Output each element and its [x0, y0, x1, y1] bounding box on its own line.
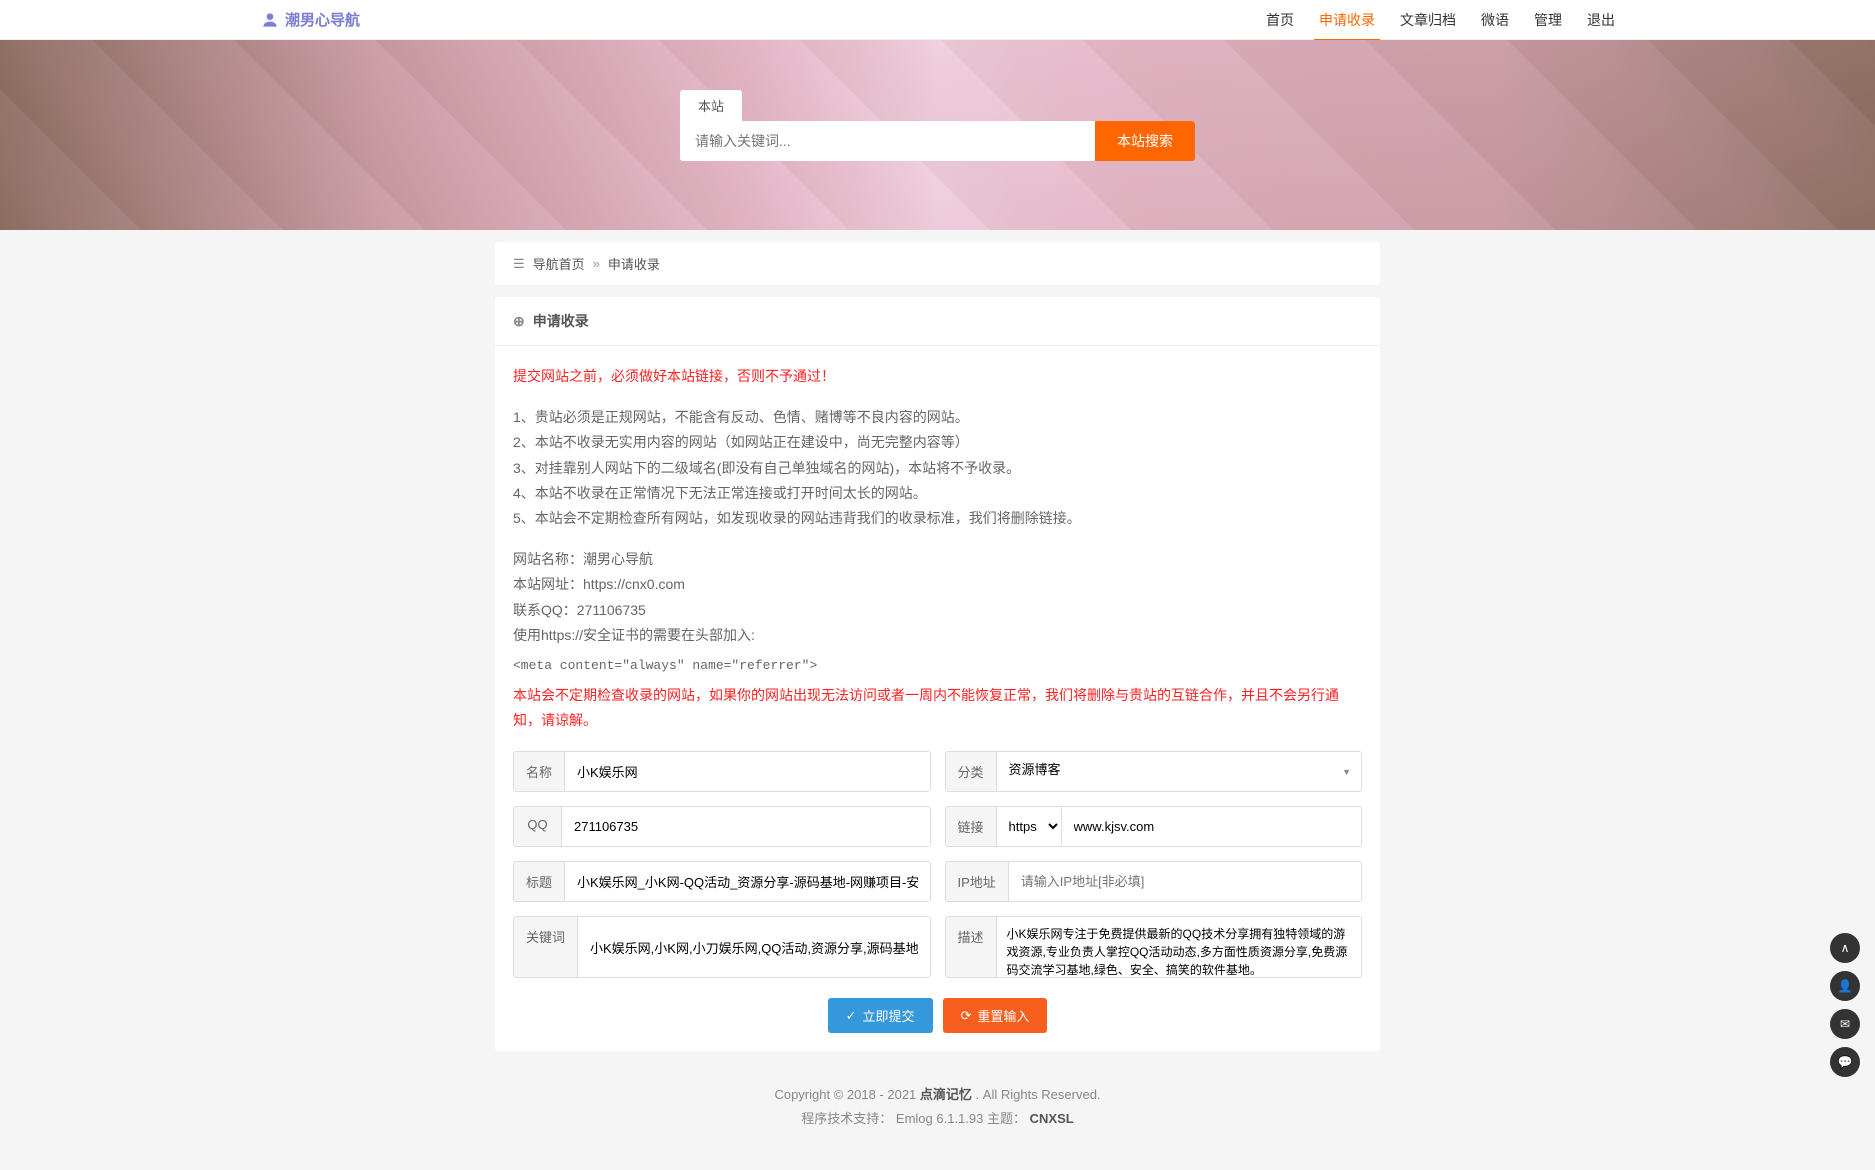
field-link: 链接 https://	[945, 806, 1363, 847]
meta-code: <meta content="always" name="referrer">	[513, 658, 1362, 673]
form-grid: 名称 分类 资源博客 QQ 链接	[513, 751, 1362, 978]
navbar: 潮男心导航 首页 申请收录 文章归档 微语 管理 退出	[0, 0, 1875, 40]
button-row: ✓ 立即提交 ⟳ 重置输入	[513, 998, 1362, 1033]
nav-home[interactable]: 首页	[1266, 10, 1294, 30]
textarea-desc[interactable]	[997, 917, 1361, 977]
field-desc: 描述	[945, 916, 1363, 978]
nav-apply[interactable]: 申请收录	[1319, 10, 1375, 30]
label-link: 链接	[946, 807, 997, 846]
chevron-up-icon: ∧	[1841, 941, 1850, 955]
panel-header: ⊕ 申请收录	[495, 297, 1380, 346]
breadcrumb: ☰ 导航首页 » 申请收录	[495, 242, 1380, 285]
main-panel: ⊕ 申请收录 提交网站之前，必须做好本站链接，否则不予通过！ 1、贵站必须是正规…	[495, 297, 1380, 1051]
input-link[interactable]	[1062, 807, 1361, 846]
reset-button[interactable]: ⟳ 重置输入	[943, 998, 1048, 1033]
label-keywords: 关键词	[514, 917, 578, 977]
label-category: 分类	[946, 752, 997, 791]
logo-icon	[260, 10, 280, 30]
refresh-icon: ⟳	[961, 1008, 972, 1024]
wechat-icon: 💬	[1838, 1055, 1853, 1069]
check-icon: ✓	[846, 1008, 857, 1024]
field-ip: IP地址	[945, 861, 1363, 902]
user-icon: 👤	[1838, 979, 1853, 993]
nav-logout[interactable]: 退出	[1587, 10, 1615, 30]
footer-engine: Emlog 6.1.1.93	[896, 1111, 983, 1126]
select-category[interactable]: 资源博客	[997, 752, 1074, 787]
footer: Copyright © 2018 - 2021 点滴记忆 . All Right…	[0, 1063, 1875, 1170]
input-qq[interactable]	[562, 807, 930, 846]
label-desc: 描述	[946, 917, 997, 977]
rule-4: 4、本站不收录在正常情况下无法正常连接或打开时间太长的网站。	[513, 481, 1362, 506]
logo[interactable]: 潮男心导航	[260, 9, 360, 30]
search-tab-local[interactable]: 本站	[680, 90, 742, 121]
mail-button[interactable]: ✉	[1830, 1009, 1860, 1039]
warning-before-submit: 提交网站之前，必须做好本站链接，否则不予通过！	[513, 364, 1362, 389]
panel-body: 提交网站之前，必须做好本站链接，否则不予通过！ 1、贵站必须是正规网站，不能含有…	[495, 346, 1380, 1051]
search-button[interactable]: 本站搜索	[1095, 121, 1195, 161]
rule-5: 5、本站会不定期检查所有网站，如发现收录的网站违背我们的收录标准，我们将删除链接…	[513, 506, 1362, 531]
plus-icon: ⊕	[513, 313, 525, 330]
nav-menu: 首页 申请收录 文章归档 微语 管理 退出	[1266, 10, 1615, 30]
search-row: 本站搜索	[680, 121, 1195, 161]
panel-title: 申请收录	[533, 311, 589, 331]
user-button[interactable]: 👤	[1830, 971, 1860, 1001]
select-protocol[interactable]: https://	[997, 807, 1062, 846]
warning-periodic-check: 本站会不定期检查收录的网站，如果你的网站出现无法访问或者一周内不能恢复正常，我们…	[513, 683, 1362, 733]
nav-archive[interactable]: 文章归档	[1400, 10, 1456, 30]
field-name: 名称	[513, 751, 931, 792]
label-qq: QQ	[514, 807, 562, 846]
logo-text: 潮男心导航	[285, 9, 360, 30]
main-container: ☰ 导航首页 » 申请收录 ⊕ 申请收录 提交网站之前，必须做好本站链接，否则不…	[495, 230, 1380, 1051]
field-category: 分类 资源博客	[945, 751, 1363, 792]
footer-site-name[interactable]: 点滴记忆	[920, 1087, 972, 1102]
footer-theme[interactable]: CNXSL	[1030, 1111, 1074, 1126]
search-input[interactable]	[680, 121, 1095, 161]
label-ip: IP地址	[946, 862, 1009, 901]
field-title: 标题	[513, 861, 931, 902]
list-icon: ☰	[513, 256, 525, 272]
search-container: 本站 本站搜索	[680, 90, 1195, 161]
scroll-top-button[interactable]: ∧	[1830, 933, 1860, 963]
input-ip[interactable]	[1009, 862, 1361, 901]
nav-manage[interactable]: 管理	[1534, 10, 1562, 30]
rule-3: 3、对挂靠别人网站下的二级域名(即没有自己单独域名的网站)，本站将不予收录。	[513, 456, 1362, 481]
label-title: 标题	[514, 862, 565, 901]
float-buttons: ∧ 👤 ✉ 💬	[1830, 933, 1860, 1077]
hero-banner: 本站 本站搜索	[0, 40, 1875, 230]
search-tabs: 本站	[680, 90, 1195, 121]
site-name-info: 网站名称：潮男心导航	[513, 547, 1362, 572]
https-note: 使用https://安全证书的需要在头部加入:	[513, 623, 1362, 648]
nav-weiyu[interactable]: 微语	[1481, 10, 1509, 30]
field-qq: QQ	[513, 806, 931, 847]
rule-1: 1、贵站必须是正规网站，不能含有反动、色情、赌博等不良内容的网站。	[513, 405, 1362, 430]
input-name[interactable]	[565, 752, 929, 791]
site-url-info: 本站网址：https://cnx0.com	[513, 572, 1362, 597]
breadcrumb-home[interactable]: 导航首页	[533, 254, 585, 273]
rule-2: 2、本站不收录无实用内容的网站（如网站正在建设中，尚无完整内容等）	[513, 430, 1362, 455]
mail-icon: ✉	[1840, 1017, 1850, 1031]
wechat-button[interactable]: 💬	[1830, 1047, 1860, 1077]
breadcrumb-current: 申请收录	[608, 254, 660, 273]
field-keywords: 关键词	[513, 916, 931, 978]
input-title[interactable]	[565, 862, 929, 901]
input-keywords[interactable]	[578, 917, 929, 977]
submit-button[interactable]: ✓ 立即提交	[828, 998, 933, 1033]
breadcrumb-separator: »	[593, 256, 600, 271]
label-name: 名称	[514, 752, 565, 791]
contact-qq-info: 联系QQ：271106735	[513, 598, 1362, 623]
